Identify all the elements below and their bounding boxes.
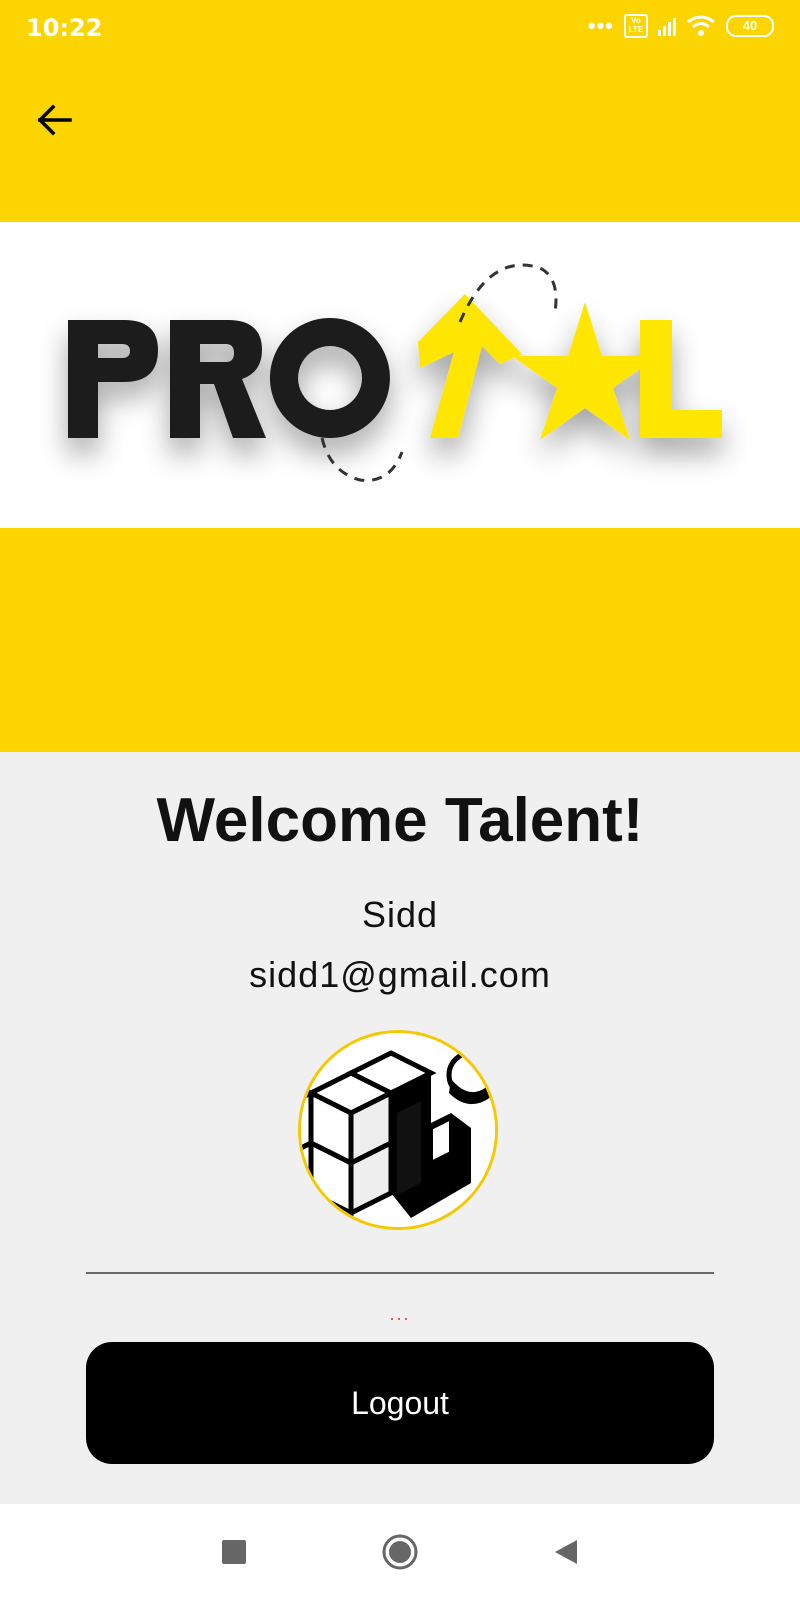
back-nav-button[interactable] bbox=[546, 1532, 586, 1572]
protool-logo bbox=[68, 263, 722, 482]
divider bbox=[86, 1272, 714, 1274]
back-button[interactable] bbox=[28, 94, 80, 146]
avatar[interactable] bbox=[298, 1030, 498, 1230]
signal-icon bbox=[658, 16, 676, 36]
battery-icon: 40 bbox=[726, 15, 774, 37]
logout-button[interactable]: Logout bbox=[86, 1342, 714, 1464]
home-button[interactable] bbox=[380, 1532, 420, 1572]
more-notifications-icon: ••• bbox=[587, 13, 614, 38]
status-time: 10:22 bbox=[26, 14, 103, 42]
logo-banner bbox=[0, 222, 800, 528]
profile-section: Welcome Talent! Sidd sidd1@gmail.com ...… bbox=[0, 752, 800, 1504]
recents-button[interactable] bbox=[214, 1532, 254, 1572]
user-email: sidd1@gmail.com bbox=[249, 954, 551, 995]
circle-icon bbox=[382, 1534, 418, 1570]
status-text: ... bbox=[389, 1304, 411, 1324]
welcome-title: Welcome Talent! bbox=[156, 786, 644, 855]
app-bar bbox=[0, 56, 800, 222]
system-nav-bar bbox=[0, 1504, 800, 1600]
square-icon bbox=[222, 1540, 246, 1564]
triangle-back-icon bbox=[555, 1540, 577, 1564]
status-bar: 10:22 ••• Vo LTE 40 bbox=[0, 0, 800, 56]
status-icons: ••• Vo LTE 40 bbox=[588, 14, 774, 38]
arrow-left-icon bbox=[37, 104, 72, 136]
volte-icon: Vo LTE bbox=[624, 14, 648, 38]
wifi-icon bbox=[687, 15, 715, 36]
header-band bbox=[0, 528, 800, 752]
user-name: Sidd bbox=[361, 894, 439, 935]
cube-blocks-image bbox=[301, 1033, 495, 1227]
